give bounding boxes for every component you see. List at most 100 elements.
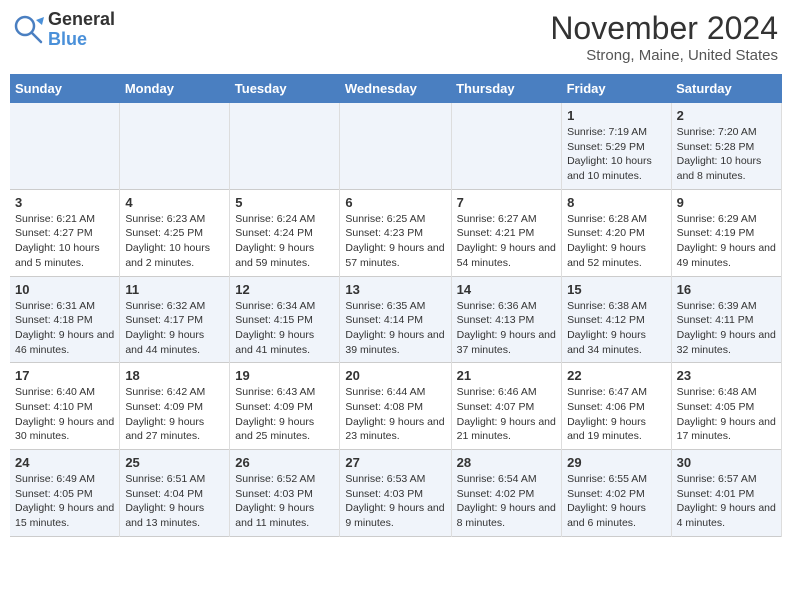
day-cell	[451, 103, 561, 189]
day-cell: 27Sunrise: 6:53 AM Sunset: 4:03 PM Dayli…	[340, 450, 451, 537]
logo-general: General	[48, 10, 115, 30]
day-cell: 11 Sunrise: 6:32 AM Sunset: 4:17 PM Dayli…	[120, 276, 230, 363]
day-number: 28	[457, 455, 556, 470]
day-info: Sunrise: 6:25 AM Sunset: 4:23 PM Dayligh…	[345, 212, 445, 271]
logo-icon	[14, 15, 44, 45]
day-number: 4	[125, 195, 224, 210]
day-number: 17	[15, 368, 114, 383]
weekday-header: Monday	[120, 74, 230, 103]
day-info: Sunrise: 6:47 AM Sunset: 4:06 PM Dayligh…	[567, 385, 666, 444]
day-number: 20	[345, 368, 445, 383]
weekday-header: Friday	[562, 74, 672, 103]
day-number: 29	[567, 455, 666, 470]
day-cell: 23 Sunrise: 6:48 AM Sunset: 4:05 PM Dayli…	[671, 363, 781, 450]
day-cell	[120, 103, 230, 189]
day-cell: 26Sunrise: 6:52 AM Sunset: 4:03 PM Dayli…	[230, 450, 340, 537]
weekday-row: SundayMondayTuesdayWednesdayThursdayFrid…	[10, 74, 782, 103]
day-number: 1	[567, 108, 666, 123]
day-info: Sunrise: 6:54 AM Sunset: 4:02 PM Dayligh…	[457, 472, 556, 531]
day-cell: 6Sunrise: 6:25 AM Sunset: 4:23 PM Daylig…	[340, 189, 451, 276]
logo: General Blue	[14, 10, 115, 50]
day-number: 10	[15, 282, 114, 297]
day-cell: 13 Sunrise: 6:35 AM Sunset: 4:14 PM Dayli…	[340, 276, 451, 363]
day-info: Sunrise: 6:35 AM Sunset: 4:14 PM Dayligh…	[345, 299, 445, 358]
day-info: Sunrise: 6:49 AM Sunset: 4:05 PM Dayligh…	[15, 472, 114, 531]
day-info: Sunrise: 6:55 AM Sunset: 4:02 PM Dayligh…	[567, 472, 666, 531]
day-number: 7	[457, 195, 556, 210]
day-number: 2	[677, 108, 776, 123]
day-info: Sunrise: 6:36 AM Sunset: 4:13 PM Dayligh…	[457, 299, 556, 358]
day-number: 14	[457, 282, 556, 297]
day-number: 19	[235, 368, 334, 383]
day-cell: 16Sunrise: 6:39 AM Sunset: 4:11 PM Dayli…	[671, 276, 781, 363]
day-info: Sunrise: 6:48 AM Sunset: 4:05 PM Dayligh…	[677, 385, 776, 444]
day-number: 24	[15, 455, 114, 470]
weekday-header: Sunday	[10, 74, 120, 103]
day-number: 16	[677, 282, 776, 297]
day-info: Sunrise: 7:20 AM Sunset: 5:28 PM Dayligh…	[677, 125, 776, 184]
logo-blue: Blue	[48, 30, 115, 50]
day-number: 9	[677, 195, 776, 210]
day-info: Sunrise: 6:43 AM Sunset: 4:09 PM Dayligh…	[235, 385, 334, 444]
month-title: November 2024	[550, 10, 778, 47]
calendar-table: SundayMondayTuesdayWednesdayThursdayFrid…	[10, 74, 782, 537]
day-cell: 8 Sunrise: 6:28 AM Sunset: 4:20 PM Daylig…	[562, 189, 672, 276]
day-cell: 10 Sunrise: 6:31 AM Sunset: 4:18 PM Dayli…	[10, 276, 120, 363]
day-number: 25	[125, 455, 224, 470]
day-info: Sunrise: 6:44 AM Sunset: 4:08 PM Dayligh…	[345, 385, 445, 444]
day-cell: 1Sunrise: 7:19 AM Sunset: 5:29 PM Daylig…	[562, 103, 672, 189]
day-cell: 3 Sunrise: 6:21 AM Sunset: 4:27 PM Daylig…	[10, 189, 120, 276]
day-number: 22	[567, 368, 666, 383]
day-info: Sunrise: 6:28 AM Sunset: 4:20 PM Dayligh…	[567, 212, 666, 271]
day-number: 11	[125, 282, 224, 297]
day-cell: 29 Sunrise: 6:55 AM Sunset: 4:02 PM Dayli…	[562, 450, 672, 537]
calendar-header: SundayMondayTuesdayWednesdayThursdayFrid…	[10, 74, 782, 103]
day-number: 13	[345, 282, 445, 297]
logo-text: General Blue	[48, 10, 115, 50]
day-info: Sunrise: 6:42 AM Sunset: 4:09 PM Dayligh…	[125, 385, 224, 444]
day-number: 15	[567, 282, 666, 297]
day-cell: 19 Sunrise: 6:43 AM Sunset: 4:09 PM Dayli…	[230, 363, 340, 450]
day-cell: 21 Sunrise: 6:46 AM Sunset: 4:07 PM Dayli…	[451, 363, 561, 450]
title-area: November 2024 Strong, Maine, United Stat…	[550, 10, 778, 64]
day-info: Sunrise: 6:40 AM Sunset: 4:10 PM Dayligh…	[15, 385, 114, 444]
week-row: 24 Sunrise: 6:49 AM Sunset: 4:05 PM Dayli…	[10, 450, 782, 537]
day-number: 12	[235, 282, 334, 297]
weekday-header: Tuesday	[230, 74, 340, 103]
weekday-header: Wednesday	[340, 74, 451, 103]
day-info: Sunrise: 6:46 AM Sunset: 4:07 PM Dayligh…	[457, 385, 556, 444]
location: Strong, Maine, United States	[550, 47, 778, 64]
day-info: Sunrise: 6:51 AM Sunset: 4:04 PM Dayligh…	[125, 472, 224, 531]
day-cell: 2 Sunrise: 7:20 AM Sunset: 5:28 PM Daylig…	[671, 103, 781, 189]
day-info: Sunrise: 6:24 AM Sunset: 4:24 PM Dayligh…	[235, 212, 334, 271]
day-info: Sunrise: 6:27 AM Sunset: 4:21 PM Dayligh…	[457, 212, 556, 271]
week-row: 3 Sunrise: 6:21 AM Sunset: 4:27 PM Daylig…	[10, 189, 782, 276]
page-header: General Blue November 2024 Strong, Maine…	[10, 10, 782, 64]
day-number: 30	[677, 455, 776, 470]
week-row: 10 Sunrise: 6:31 AM Sunset: 4:18 PM Dayli…	[10, 276, 782, 363]
calendar-body: 1Sunrise: 7:19 AM Sunset: 5:29 PM Daylig…	[10, 103, 782, 536]
day-cell: 4Sunrise: 6:23 AM Sunset: 4:25 PM Daylig…	[120, 189, 230, 276]
day-info: Sunrise: 6:32 AM Sunset: 4:17 PM Dayligh…	[125, 299, 224, 358]
day-info: Sunrise: 6:52 AM Sunset: 4:03 PM Dayligh…	[235, 472, 334, 531]
day-number: 8	[567, 195, 666, 210]
day-number: 23	[677, 368, 776, 383]
weekday-header: Saturday	[671, 74, 781, 103]
day-info: Sunrise: 6:31 AM Sunset: 4:18 PM Dayligh…	[15, 299, 114, 358]
day-info: Sunrise: 6:38 AM Sunset: 4:12 PM Dayligh…	[567, 299, 666, 358]
day-cell: 14 Sunrise: 6:36 AM Sunset: 4:13 PM Dayli…	[451, 276, 561, 363]
day-number: 27	[345, 455, 445, 470]
day-cell: 25 Sunrise: 6:51 AM Sunset: 4:04 PM Dayli…	[120, 450, 230, 537]
day-info: Sunrise: 6:29 AM Sunset: 4:19 PM Dayligh…	[677, 212, 776, 271]
day-cell: 30Sunrise: 6:57 AM Sunset: 4:01 PM Dayli…	[671, 450, 781, 537]
day-number: 5	[235, 195, 334, 210]
day-cell: 18Sunrise: 6:42 AM Sunset: 4:09 PM Dayli…	[120, 363, 230, 450]
day-cell: 17 Sunrise: 6:40 AM Sunset: 4:10 PM Dayli…	[10, 363, 120, 450]
day-cell	[10, 103, 120, 189]
day-info: Sunrise: 6:21 AM Sunset: 4:27 PM Dayligh…	[15, 212, 114, 271]
day-cell: 5 Sunrise: 6:24 AM Sunset: 4:24 PM Daylig…	[230, 189, 340, 276]
day-cell: 7 Sunrise: 6:27 AM Sunset: 4:21 PM Daylig…	[451, 189, 561, 276]
day-number: 21	[457, 368, 556, 383]
day-number: 3	[15, 195, 114, 210]
day-cell	[340, 103, 451, 189]
